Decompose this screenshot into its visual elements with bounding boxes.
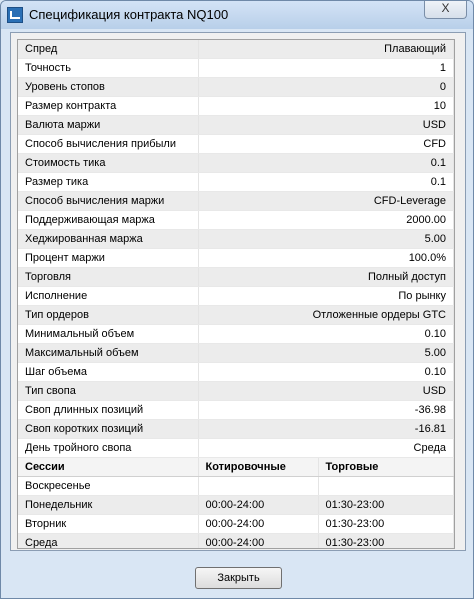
spec-label: Поддерживающая маржа bbox=[18, 210, 199, 230]
title-bar: Спецификация контракта NQ100 X bbox=[1, 1, 473, 29]
sessions-column-header: Котировочные bbox=[198, 457, 319, 477]
session-row: Понедельник 00:00-24:00 01:30-23:00 bbox=[18, 495, 454, 515]
close-button[interactable]: Закрыть bbox=[195, 567, 282, 589]
sessions-column-header: Торговые bbox=[318, 457, 454, 477]
spec-value: CFD bbox=[198, 134, 454, 154]
spec-label: Тип свопа bbox=[18, 381, 199, 401]
sessions-column-header: Сессии bbox=[18, 457, 199, 477]
spec-row: Способ вычисления прибыли CFD bbox=[18, 134, 454, 154]
spec-value: 0.1 bbox=[198, 153, 454, 173]
spec-label: Способ вычисления маржи bbox=[18, 191, 199, 211]
spec-value: USD bbox=[198, 381, 454, 401]
session-row: Среда 00:00-24:00 01:30-23:00 bbox=[18, 533, 454, 548]
session-quote bbox=[198, 476, 319, 496]
session-trade bbox=[318, 476, 454, 496]
spec-row: Уровень стопов 0 bbox=[18, 77, 454, 97]
session-trade: 01:30-23:00 bbox=[318, 533, 454, 548]
spec-row: Своп длинных позиций -36.98 bbox=[18, 400, 454, 420]
spec-row: День тройного свопа Среда bbox=[18, 438, 454, 458]
spec-row: Минимальный объем 0.10 bbox=[18, 324, 454, 344]
spec-label: Спред bbox=[18, 40, 199, 59]
session-day: Вторник bbox=[18, 514, 199, 534]
session-row: Вторник 00:00-24:00 01:30-23:00 bbox=[18, 514, 454, 534]
spec-label: Размер тика bbox=[18, 172, 199, 192]
session-trade: 01:30-23:00 bbox=[318, 495, 454, 515]
spec-table: Спред Плавающий Точность 1 Уровень стопов 0 Ра… bbox=[18, 40, 454, 548]
session-quote: 00:00-24:00 bbox=[198, 533, 319, 548]
spec-label: Стоимость тика bbox=[18, 153, 199, 173]
spec-label: Хеджированная маржа bbox=[18, 229, 199, 249]
spec-value: 0.10 bbox=[198, 362, 454, 382]
session-row: Воскресенье bbox=[18, 476, 454, 496]
spec-value: 0.1 bbox=[198, 172, 454, 192]
spec-row: Хеджированная маржа 5.00 bbox=[18, 229, 454, 249]
window-title: Спецификация контракта NQ100 bbox=[29, 7, 229, 22]
spec-row: Тип свопа USD bbox=[18, 381, 454, 401]
spec-label: Способ вычисления прибыли bbox=[18, 134, 199, 154]
dialog-content: Спред Плавающий Точность 1 Уровень стопов 0 Ра… bbox=[10, 32, 466, 551]
window-close-button[interactable]: X bbox=[424, 1, 467, 19]
spec-value: Полный доступ bbox=[198, 267, 454, 287]
spec-value: USD bbox=[198, 115, 454, 135]
spec-label: Минимальный объем bbox=[18, 324, 199, 344]
spec-row: Стоимость тика 0.1 bbox=[18, 153, 454, 173]
spec-row: Валюта маржи USD bbox=[18, 115, 454, 135]
spec-label: День тройного свопа bbox=[18, 438, 199, 458]
spec-label: Максимальный объем bbox=[18, 343, 199, 363]
spec-value: 0 bbox=[198, 77, 454, 97]
spec-label: Своп коротких позиций bbox=[18, 419, 199, 439]
spec-label: Исполнение bbox=[18, 286, 199, 306]
spec-row: Спред Плавающий bbox=[18, 40, 454, 59]
spec-row: Шаг объема 0.10 bbox=[18, 362, 454, 382]
spec-value: 5.00 bbox=[198, 229, 454, 249]
spec-value: 10 bbox=[198, 96, 454, 116]
session-day: Понедельник bbox=[18, 495, 199, 515]
spec-value: 100.0% bbox=[198, 248, 454, 268]
spec-row: Размер тика 0.1 bbox=[18, 172, 454, 192]
spec-value: -16.81 bbox=[198, 419, 454, 439]
spec-label: Точность bbox=[18, 58, 199, 78]
spec-row: Исполнение По рынку bbox=[18, 286, 454, 306]
spec-label: Уровень стопов bbox=[18, 77, 199, 97]
spec-row: Тип ордеров Отложенные ордеры GTC bbox=[18, 305, 454, 325]
session-trade: 01:30-23:00 bbox=[318, 514, 454, 534]
spec-value: 5.00 bbox=[198, 343, 454, 363]
spec-label: Процент маржи bbox=[18, 248, 199, 268]
spec-label: Тип ордеров bbox=[18, 305, 199, 325]
spec-value: 0.10 bbox=[198, 324, 454, 344]
session-quote: 00:00-24:00 bbox=[198, 514, 319, 534]
spec-table-container[interactable]: Спред Плавающий Точность 1 Уровень стопов 0 Ра… bbox=[17, 39, 455, 549]
spec-value: По рынку bbox=[198, 286, 454, 306]
session-quote: 00:00-24:00 bbox=[198, 495, 319, 515]
spec-value: Отложенные ордеры GTC bbox=[198, 305, 454, 325]
spec-row: Торговля Полный доступ bbox=[18, 267, 454, 287]
spec-label: Размер контракта bbox=[18, 96, 199, 116]
spec-value: 2000.00 bbox=[198, 210, 454, 230]
session-day: Среда bbox=[18, 533, 199, 548]
spec-row: Точность 1 bbox=[18, 58, 454, 78]
spec-row: Процент маржи 100.0% bbox=[18, 248, 454, 268]
spec-row: Поддерживающая маржа 2000.00 bbox=[18, 210, 454, 230]
spec-label: Торговля bbox=[18, 267, 199, 287]
spec-value: Среда bbox=[198, 438, 454, 458]
spec-row: Максимальный объем 5.00 bbox=[18, 343, 454, 363]
sessions-header-row: Сессии Котировочные Торговые bbox=[18, 457, 454, 477]
session-day: Воскресенье bbox=[18, 476, 199, 496]
spec-value: Плавающий bbox=[198, 40, 454, 59]
spec-label: Своп длинных позиций bbox=[18, 400, 199, 420]
spec-value: 1 bbox=[198, 58, 454, 78]
spec-label: Шаг объема bbox=[18, 362, 199, 382]
contract-spec-window: Спецификация контракта NQ100 X Спред Плав… bbox=[0, 0, 474, 599]
spec-row: Способ вычисления маржи CFD-Leverage bbox=[18, 191, 454, 211]
app-chart-icon bbox=[7, 7, 23, 23]
spec-row: Своп коротких позиций -16.81 bbox=[18, 419, 454, 439]
spec-row: Размер контракта 10 bbox=[18, 96, 454, 116]
spec-value: -36.98 bbox=[198, 400, 454, 420]
spec-label: Валюта маржи bbox=[18, 115, 199, 135]
spec-value: CFD-Leverage bbox=[198, 191, 454, 211]
